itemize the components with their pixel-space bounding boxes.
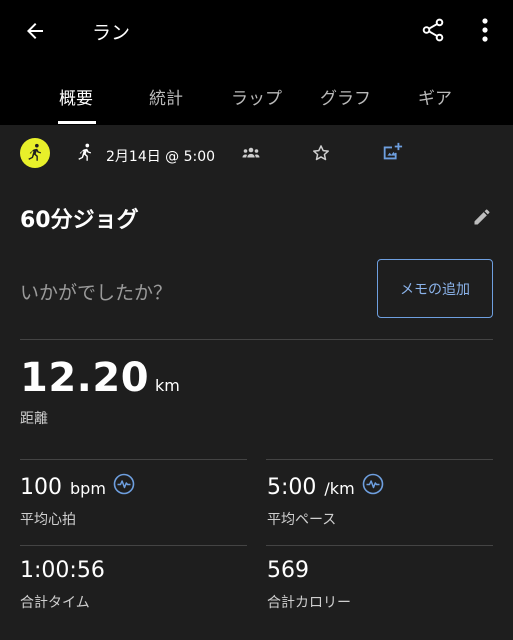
stat-unit: /km [324,479,355,498]
more-vert-icon [482,18,488,42]
share-button[interactable] [416,13,450,47]
star-icon[interactable] [311,143,331,163]
app-bar: ラン [0,0,513,62]
activity-type-badge[interactable] [20,138,50,168]
heart-rate-icon [113,473,135,495]
tab-gear[interactable]: ギア [418,84,452,109]
stat-avg-pace[interactable]: 5:00 /km 平均ペース [267,472,384,529]
tab-stats[interactable]: 統計 [149,84,183,109]
tab-overview[interactable]: 概要 [59,84,93,109]
stat-total-calories[interactable]: 569 合計カロリー [267,558,351,612]
arrow-left-icon [27,23,43,39]
run-type-icon [78,143,92,161]
divider [20,339,493,340]
back-button[interactable] [18,14,52,48]
stat-label: 合計カロリー [267,595,351,611]
heart-rate-icon [362,473,383,495]
activity-name: 60分ジョグ [20,208,139,233]
active-tab-indicator [58,121,96,124]
stat-value: 1:00:56 [20,558,105,583]
stat-value: 569 [267,558,309,583]
stat-label: 合計タイム [20,595,90,611]
divider [266,459,493,460]
divider [20,545,247,546]
edit-pencil-icon[interactable] [472,207,492,227]
stat-avg-heart-rate[interactable]: 100 bpm 平均心拍 [20,472,135,529]
group-icon[interactable] [241,145,261,161]
add-photo-icon[interactable] [381,141,403,163]
distance-value-row: 12.20 km [20,355,180,401]
tab-bar: 概要 統計 ラップ グラフ ギア [0,62,513,125]
tab-laps[interactable]: ラップ [231,84,282,109]
divider [266,545,493,546]
activity-detail-screen: ラン 概要 統計 ラップ グラフ ギア 2月14日 @ 5:00 60分ジョグ … [0,0,513,640]
distance-unit: km [155,376,180,395]
share-icon [422,18,444,42]
stat-value: 5:00 [267,475,317,500]
running-icon [28,143,42,161]
overview-panel: 2月14日 @ 5:00 60分ジョグ いかがでしたか？ メモの追加 12.20… [0,125,513,640]
stat-total-time[interactable]: 1:00:56 合計タイム [20,558,105,612]
stat-label: 平均ペース [267,512,337,528]
feedback-prompt: いかがでしたか？ [20,282,173,304]
distance-value: 12.20 [20,355,150,401]
divider [20,459,247,460]
stat-label: 平均心拍 [20,512,76,528]
tab-graphs[interactable]: グラフ [320,84,371,109]
page-title: ラン [92,22,131,44]
activity-info-row: 2月14日 @ 5:00 [0,125,513,183]
stat-value: 100 [20,475,62,500]
more-options-button[interactable] [470,13,500,47]
stat-unit: bpm [70,479,106,498]
add-memo-button[interactable]: メモの追加 [377,259,493,318]
distance-label: 距離 [20,411,48,427]
activity-date: 2月14日 @ 5:00 [106,149,216,165]
